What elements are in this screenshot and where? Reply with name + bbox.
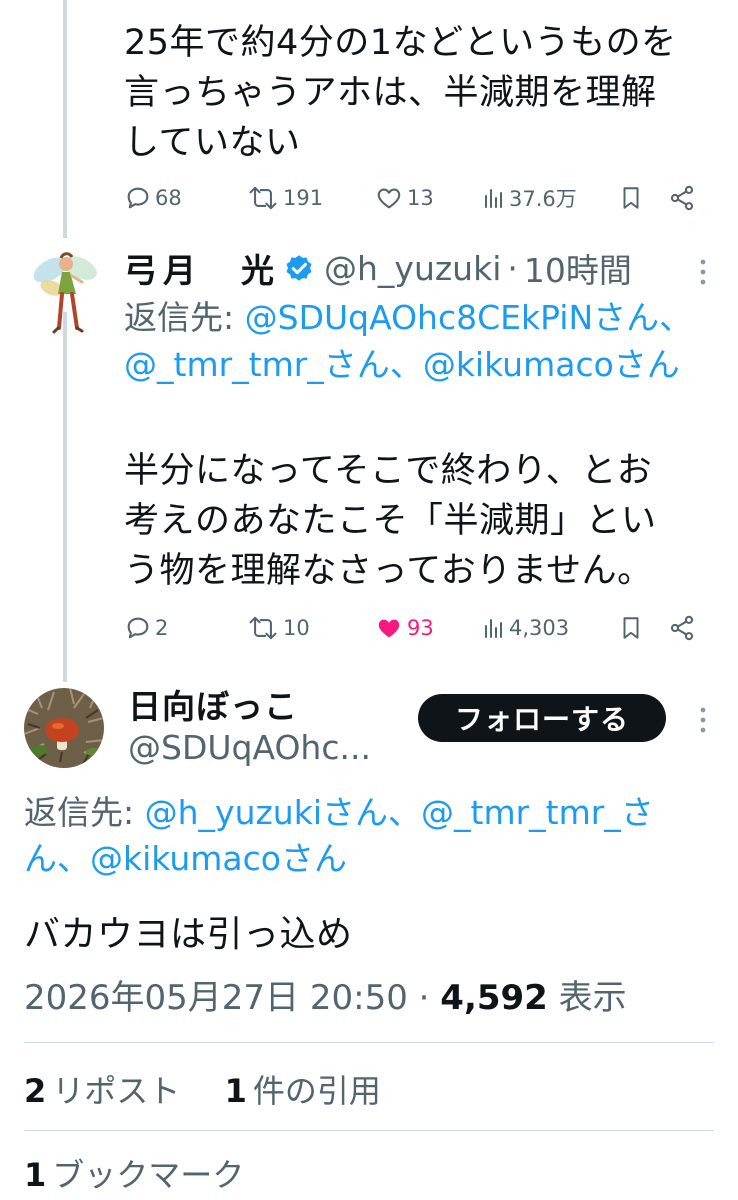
like-count: 93 — [407, 616, 434, 640]
mention-separator: 、 — [389, 345, 423, 384]
bookmarks-label: ブックマーク — [52, 1156, 245, 1194]
reposts-count: 2 — [24, 1072, 47, 1110]
tweet-time[interactable]: 10時間 — [524, 244, 632, 292]
views-button[interactable]: 4,303 — [482, 615, 618, 641]
separator-dot: · — [507, 248, 518, 288]
bookmarks-stat[interactable]: 1 ブックマーク — [24, 1150, 244, 1196]
mention-link[interactable]: @kikumacoさん — [90, 839, 347, 878]
mention-link[interactable]: @kikumacoさん — [423, 345, 680, 384]
reply-icon — [127, 187, 149, 209]
reply-button[interactable]: 68 — [124, 184, 246, 212]
reply-count: 2 — [155, 616, 169, 640]
quotes-label: 件の引用 — [252, 1072, 381, 1110]
tweet-text-line: していない — [124, 123, 301, 163]
like-button[interactable]: 93 — [374, 614, 482, 642]
reply-icon — [127, 617, 149, 639]
divider — [24, 1130, 714, 1131]
views-icon — [485, 619, 502, 638]
divider — [24, 1042, 714, 1043]
replying-to-label: 返信先: — [24, 793, 135, 832]
mention-separator: 、 — [57, 839, 90, 878]
reposts-stat[interactable]: 2 リポスト — [24, 1072, 180, 1110]
repost-icon — [249, 186, 277, 210]
mention-separator: 、 — [659, 298, 693, 337]
display-name[interactable]: 日向ぼっこ — [128, 680, 298, 728]
share-icon — [670, 615, 694, 641]
tweet-text: 半分になってそこで終わり、とお 考えのあなたこそ「半減期」とい う物を理解なさっ… — [124, 446, 714, 596]
repost-count: 191 — [283, 186, 324, 210]
views-button[interactable]: 37.6万 — [482, 183, 618, 213]
tweet-timestamp[interactable]: 2026年05月27日 20:50 — [24, 978, 408, 1018]
reposts-label: リポスト — [52, 1072, 181, 1110]
share-icon — [670, 185, 694, 211]
separator-dot: · — [418, 978, 430, 1018]
bookmark-button[interactable] — [618, 614, 668, 642]
thread-line — [63, 312, 67, 682]
thread-line — [63, 0, 67, 238]
repost-count: 10 — [283, 616, 310, 640]
bookmarks-count: 1 — [24, 1156, 47, 1194]
more-options-button[interactable] — [698, 258, 708, 292]
bookmark-icon — [623, 617, 639, 639]
mushroom-avatar-image — [24, 688, 104, 768]
heart-icon — [377, 188, 401, 209]
quotes-stat[interactable]: 1 件の引用 — [225, 1072, 381, 1110]
like-count: 13 — [407, 186, 434, 210]
tweet-text-line: 言っちゃうアホは、半減期を理解 — [124, 73, 657, 113]
tweet-text: バカウヨは引っ込め — [24, 914, 353, 955]
verified-badge-icon — [286, 255, 312, 281]
tweet-text: 25年で約4分の1などというものを 言っちゃうアホは、半減期を理解 していない — [124, 18, 714, 168]
like-button[interactable]: 13 — [374, 184, 482, 212]
views-label: 表示 — [558, 978, 627, 1018]
tweet-header: 弓月 光 @h_yuzuki · 10時間 — [124, 244, 714, 292]
tweet-text-line: う物を理解なさっておりません。 — [124, 551, 653, 591]
more-vertical-icon — [700, 707, 706, 733]
tweet-meta: 2026年05月27日 20:50 · 4,592 表示 — [24, 970, 627, 1019]
views-count: 4,592 — [440, 978, 548, 1018]
tweet-actions: 2 10 93 4,303 — [124, 608, 722, 648]
heart-filled-icon — [378, 619, 400, 638]
bookmark-button[interactable] — [618, 184, 668, 212]
tweet-actions: 68 191 13 37.6万 — [124, 178, 722, 218]
mention-separator: 、 — [388, 793, 421, 832]
share-button[interactable] — [668, 184, 704, 212]
replying-to-label: 返信先: — [124, 298, 235, 337]
reply-count: 68 — [155, 186, 182, 210]
repost-button[interactable]: 10 — [246, 614, 374, 642]
repost-button[interactable]: 191 — [246, 184, 374, 212]
quotes-count: 1 — [224, 1072, 247, 1110]
views-count: 37.6万 — [509, 187, 577, 211]
replying-to: 返信先: @SDUqAOhc8CEkPiNさん、@_tmr_tmr_さん、@ki… — [124, 294, 718, 388]
tweet-text-line: 半分になってそこで終わり、とお — [124, 451, 653, 491]
more-options-button[interactable] — [698, 706, 708, 740]
more-vertical-icon — [700, 259, 706, 285]
repost-icon — [249, 616, 277, 640]
mention-link[interactable]: @h_yuzukiさん — [145, 793, 388, 832]
follow-button[interactable]: フォローする — [418, 694, 666, 742]
reply-button[interactable]: 2 — [124, 614, 246, 642]
tweet-text-line: 25年で約4分の1などというものを — [124, 23, 677, 63]
user-handle[interactable]: @h_yuzuki — [324, 249, 501, 288]
mention-link[interactable]: @SDUqAOhc8CEkPiNさん — [245, 298, 660, 337]
engagement-stats: 2 リポスト 1 件の引用 — [24, 1066, 381, 1112]
share-button[interactable] — [668, 614, 704, 642]
display-name[interactable]: 弓月 光 — [124, 244, 280, 292]
views-icon — [485, 189, 502, 208]
mention-link[interactable]: @_tmr_tmr_さん — [124, 345, 390, 384]
bookmark-icon — [623, 187, 639, 209]
replying-to: 返信先: @h_yuzukiさん、@_tmr_tmr_さん、@kikumacoさ… — [24, 790, 718, 882]
tweet-text-line: 考えのあなたこそ「半減期」とい — [124, 501, 657, 541]
user-handle[interactable]: @SDUqAOhc... — [128, 728, 371, 767]
avatar[interactable] — [24, 688, 104, 768]
views-count: 4,303 — [509, 616, 570, 640]
